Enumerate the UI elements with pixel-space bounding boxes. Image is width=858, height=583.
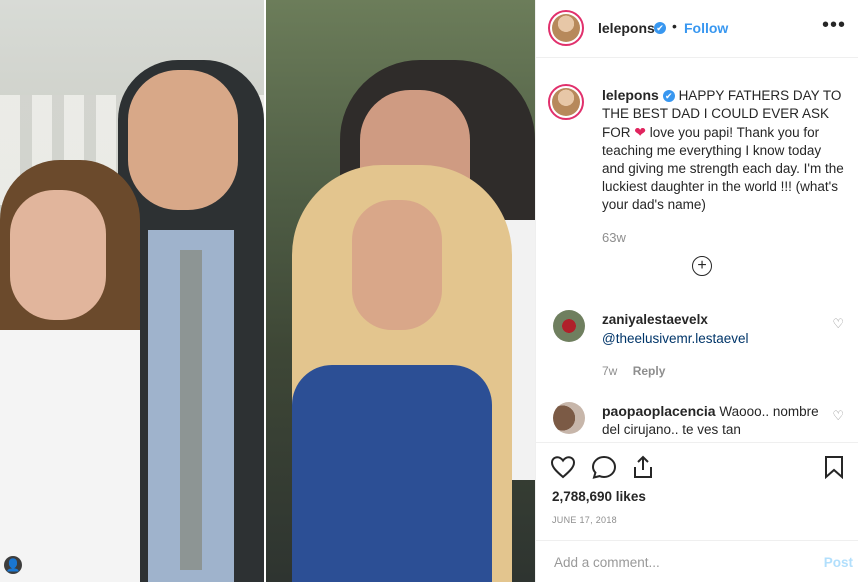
photo-woman-right-dress [292, 365, 492, 582]
photo-girl-left [0, 160, 140, 582]
user-tag-icon[interactable]: 👤 [4, 556, 22, 574]
photo-man-left-tie [180, 250, 202, 570]
like-heart-icon[interactable] [550, 455, 576, 479]
caption-text: lelepons ✔ HAPPY FATHERS DAY TO THE BEST … [602, 86, 847, 214]
photo-woman-right-face [352, 200, 442, 330]
load-more-comments-icon[interactable]: + [692, 256, 712, 276]
photo-girl-left-dress [0, 330, 140, 582]
post-sidebar: lelepons ✔ • Follow ••• lelepons ✔ HAPPY … [535, 0, 858, 582]
red-heart-emoji: ❤ [634, 124, 646, 140]
save-bookmark-icon[interactable] [824, 455, 844, 479]
comment-avatar[interactable] [553, 310, 585, 342]
caption-verified-badge-icon: ✔ [662, 90, 675, 103]
verified-badge-icon: ✔ [654, 22, 666, 34]
comment-mention-link[interactable]: @theelusivemr.lestaevel [602, 330, 822, 348]
likes-count[interactable]: 2,788,690 likes [552, 489, 646, 504]
caption-time-ago: 63w [602, 230, 626, 245]
header-avatar[interactable] [548, 10, 584, 46]
post-header: lelepons ✔ • Follow ••• [536, 0, 858, 58]
comment-like-heart-icon[interactable]: ♡ [832, 316, 844, 332]
add-comment-bar: Post [536, 540, 858, 583]
add-comment-input[interactable] [552, 554, 796, 571]
comment-username[interactable]: zaniyalestaevelx [602, 312, 708, 327]
post-comment-button[interactable]: Post [824, 555, 853, 570]
header-separator-dot: • [672, 18, 677, 34]
post-actions: 2,788,690 likes JUNE 17, 2018 [536, 442, 858, 553]
photo-girl-left-face [10, 190, 106, 320]
share-upload-icon[interactable] [631, 455, 655, 479]
follow-button[interactable]: Follow [684, 20, 728, 36]
post-photo[interactable]: 👤 [0, 0, 535, 582]
comment-bubble-icon[interactable] [591, 455, 617, 479]
comment-like-heart-icon[interactable]: ♡ [832, 408, 844, 424]
comment-item: paopaoplacencia Waooo.. nombre del ciruj… [536, 402, 858, 440]
caption-username[interactable]: lelepons [602, 87, 659, 103]
photo-man-left-face [128, 70, 238, 210]
photo-left-panel [0, 0, 264, 582]
more-options-icon[interactable]: ••• [822, 14, 846, 37]
comment-meta: 7w Reply [602, 364, 665, 378]
post-date: JUNE 17, 2018 [552, 515, 617, 525]
comment-body: paopaoplacencia Waooo.. nombre del ciruj… [602, 402, 822, 439]
comment-time: 7w [602, 364, 618, 378]
photo-woman-right [292, 165, 512, 582]
comment-reply-button[interactable]: Reply [633, 364, 666, 378]
comment-username[interactable]: paopaoplacencia [602, 403, 716, 419]
header-username[interactable]: lelepons [598, 20, 655, 36]
comment-avatar[interactable] [553, 402, 585, 434]
caption-avatar[interactable] [548, 84, 584, 120]
